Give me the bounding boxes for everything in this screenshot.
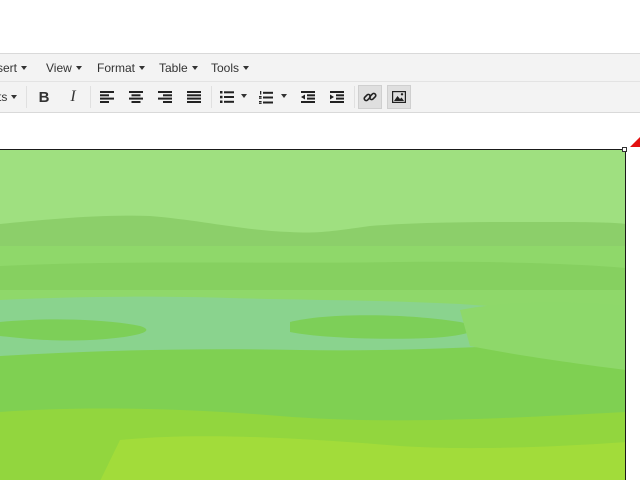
align-center-button[interactable] — [124, 85, 148, 109]
link-button[interactable] — [358, 85, 382, 109]
landscape-photo — [0, 150, 625, 480]
caret-down-icon — [11, 94, 18, 99]
menu-format-label: Format — [97, 61, 136, 75]
caret-down-icon — [241, 94, 247, 98]
align-right-icon — [158, 91, 172, 103]
outdent-icon — [301, 91, 315, 103]
menu-tools[interactable]: Tools — [211, 60, 250, 76]
align-justify-icon — [187, 91, 201, 103]
align-right-button[interactable] — [153, 85, 177, 109]
outdent-button[interactable] — [296, 85, 320, 109]
image-button[interactable] — [387, 85, 411, 109]
menu-insert[interactable]: sert — [0, 60, 28, 76]
menu-format[interactable]: Format — [97, 60, 146, 76]
bullet-list-dropdown[interactable] — [239, 85, 249, 109]
menu-view[interactable]: View — [46, 60, 82, 76]
menu-insert-label: sert — [0, 61, 18, 75]
caret-down-icon — [281, 94, 287, 98]
numbered-list-dropdown[interactable] — [279, 85, 289, 109]
numbered-list-icon — [259, 90, 273, 104]
align-left-button[interactable] — [95, 85, 119, 109]
resize-handle-top-right[interactable] — [622, 147, 627, 152]
bullet-list-icon — [220, 91, 234, 103]
caret-down-icon — [21, 65, 28, 70]
menu-bar: sert View Format Table Tools — [0, 53, 640, 82]
indent-icon — [330, 91, 344, 103]
indent-button[interactable] — [325, 85, 349, 109]
bullet-list-button[interactable] — [215, 85, 239, 109]
toolbar-separator — [211, 86, 212, 108]
toolbar-separator — [26, 86, 27, 108]
caret-down-icon — [191, 65, 198, 70]
menu-table-label: Table — [159, 61, 188, 75]
editor-content-area[interactable] — [0, 113, 640, 480]
toolbar: ts B I — [0, 82, 640, 113]
menu-view-label: View — [46, 61, 72, 75]
bold-button[interactable]: B — [32, 85, 56, 109]
selected-image[interactable] — [0, 149, 626, 480]
caret-down-icon — [139, 65, 146, 70]
toolbar-separator — [354, 86, 355, 108]
numbered-list-button[interactable] — [254, 85, 278, 109]
italic-icon: I — [70, 88, 76, 105]
resize-corner-icon[interactable] — [630, 137, 640, 147]
caret-down-icon — [243, 65, 250, 70]
formats-dropdown[interactable]: ts — [0, 89, 18, 105]
formats-dropdown-label: ts — [0, 90, 8, 104]
align-justify-button[interactable] — [182, 85, 206, 109]
link-icon — [363, 92, 377, 102]
align-center-icon — [129, 91, 143, 103]
menu-table[interactable]: Table — [159, 60, 198, 76]
caret-down-icon — [75, 65, 82, 70]
bold-icon: B — [38, 88, 50, 106]
italic-button[interactable]: I — [61, 85, 85, 109]
image-icon — [392, 91, 406, 103]
toolbar-separator — [90, 86, 91, 108]
align-left-icon — [100, 91, 114, 103]
menu-tools-label: Tools — [211, 61, 240, 75]
